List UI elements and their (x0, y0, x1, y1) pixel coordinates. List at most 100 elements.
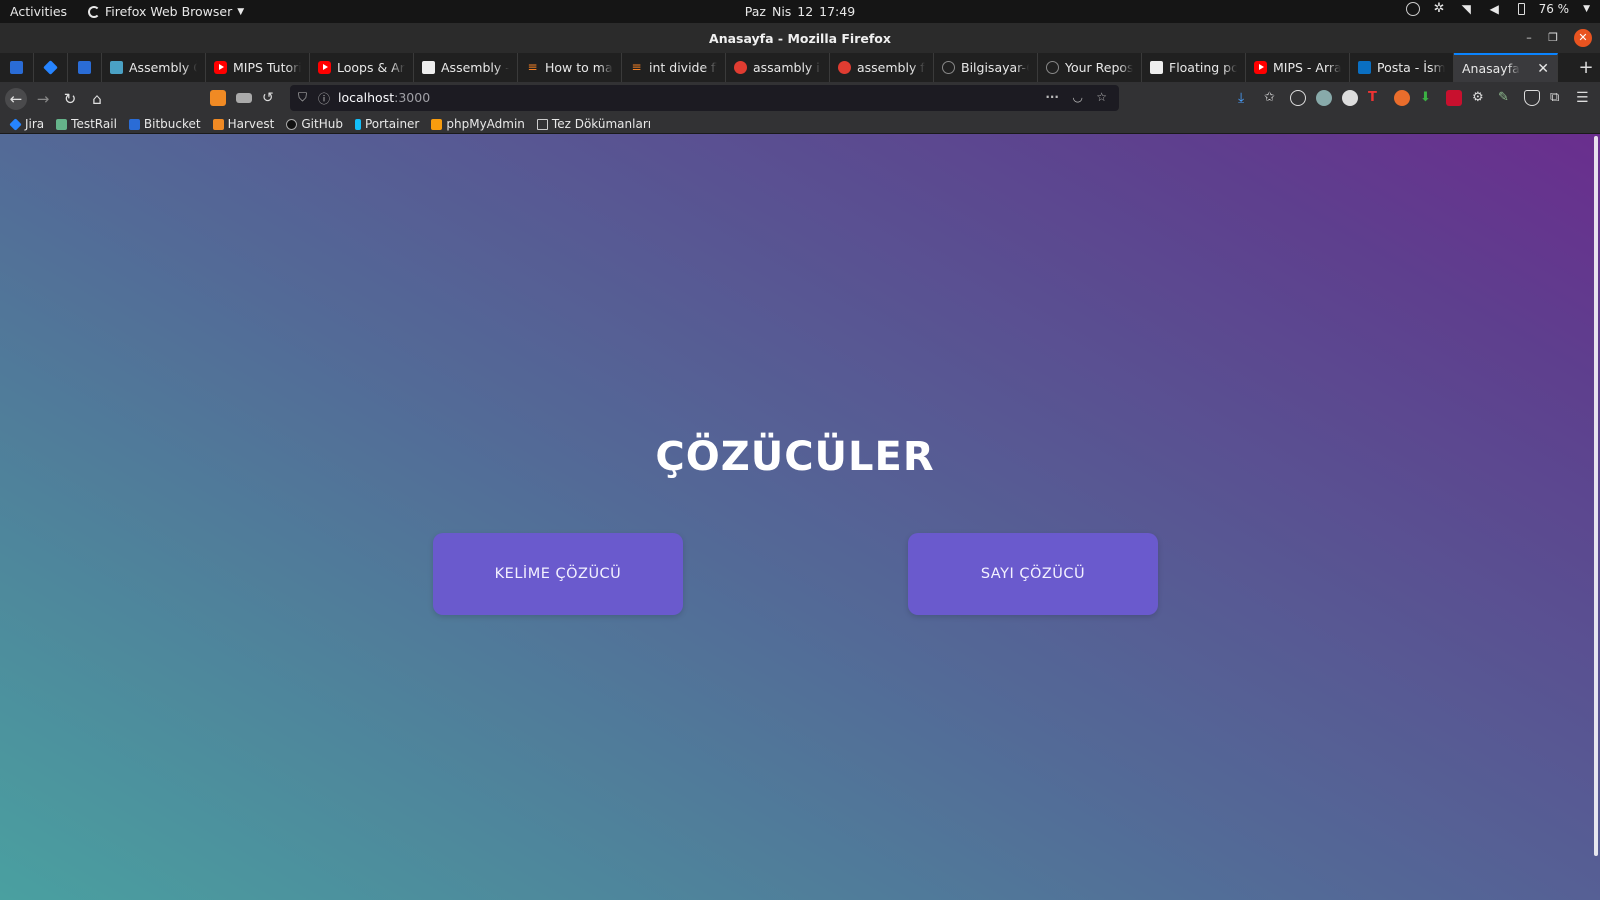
slack-icon[interactable]: ✲ (1434, 2, 1448, 16)
pocket-icon[interactable]: ◡ (1073, 90, 1083, 104)
bookmark-label: TestRail (71, 117, 117, 131)
doc-icon (110, 61, 123, 74)
bookmark-label: GitHub (301, 117, 343, 131)
bookmark-folder-tez[interactable]: Tez Dökümanları (536, 117, 652, 131)
tab-assembly-n[interactable]: Assembly - N (414, 53, 518, 82)
tab-assembly-or[interactable]: Assembly Ör (102, 53, 206, 82)
navigation-toolbar: ← → ↻ ⌂ ↺ ⛉ ⓘ localhost:3000 ··· ◡ ☆ ⤓ ✩… (0, 82, 1600, 115)
chevron-down-icon: ▼ (237, 6, 245, 17)
close-window-icon[interactable]: ✕ (1574, 29, 1592, 47)
bookmark-bitbucket[interactable]: Bitbucket (128, 117, 201, 131)
stackoverflow-icon: ≡ (527, 60, 538, 74)
tab-loops-arrays[interactable]: Loops & Arra (310, 53, 414, 82)
bookmark-portainer[interactable]: Portainer (354, 117, 419, 131)
tab-posta[interactable]: Posta - İsme (1350, 53, 1454, 82)
tab-anasayfa-active[interactable]: Anasayfa ✕ (1454, 53, 1558, 82)
green-download-icon[interactable]: ⬇ (1420, 90, 1436, 106)
extension-group-left: ↺ (210, 90, 274, 106)
harvest-icon[interactable] (210, 90, 226, 106)
wifi-icon: ◥ (1461, 2, 1471, 16)
tracker-icon[interactable]: T (1368, 90, 1384, 106)
back-arrow-icon[interactable]: ← (5, 88, 27, 110)
forward-arrow-icon[interactable]: → (32, 88, 54, 110)
reading-list-icon[interactable]: ✩ (1264, 90, 1280, 106)
app-menu[interactable]: Firefox Web Browser ▼ (88, 4, 244, 19)
tab-label: Bilgisayar-Or (961, 60, 1029, 75)
doc-icon (1150, 61, 1163, 74)
scrollbar-thumb[interactable] (1594, 136, 1598, 856)
page-content: ÇÖZÜCÜLER KELİME ÇÖZÜCÜ SAYI ÇÖZÜCÜ (0, 134, 1600, 900)
bookmark-label: Tez Dökümanları (551, 117, 652, 131)
whatsapp-icon[interactable] (1405, 2, 1420, 16)
tab-bilgisayar[interactable]: Bilgisayar-Or (934, 53, 1038, 82)
tab-your-repositories[interactable]: Your Reposit (1038, 53, 1142, 82)
laptop-icon[interactable] (236, 93, 252, 103)
tab-floating-point[interactable]: Floating poi (1142, 53, 1246, 82)
info-icon[interactable]: ⓘ (318, 90, 330, 107)
page-actions-icon[interactable]: ··· (1045, 90, 1059, 104)
download-icon[interactable]: ⤓ (1238, 90, 1254, 106)
tab-label: assambly int (753, 60, 821, 75)
tab-label: Assembly - N (441, 60, 509, 75)
close-tab-icon[interactable]: ✕ (1537, 61, 1549, 77)
clock[interactable]: Paz Nis 12 17:49 (740, 4, 860, 19)
home-icon[interactable]: ⌂ (86, 88, 108, 110)
bookmark-star-icon[interactable]: ☆ (1096, 90, 1107, 104)
window-title-bar: Anasayfa - Mozilla Firefox – ❐ ✕ (0, 23, 1600, 53)
youtube-icon (214, 61, 227, 74)
brave-icon[interactable] (1394, 90, 1410, 106)
number-solver-button[interactable]: SAYI ÇÖZÜCÜ (908, 533, 1158, 615)
activities-button[interactable]: Activities (10, 4, 67, 19)
page-scrollbar[interactable] (1592, 134, 1598, 900)
bookmark-label: Harvest (227, 117, 275, 131)
chevron-down-icon[interactable]: ▼ (1583, 4, 1590, 14)
extensions-icon[interactable]: ⧉ (1550, 90, 1566, 106)
bookmark-github[interactable]: GitHub (286, 117, 343, 131)
chat-icon[interactable] (1342, 90, 1358, 106)
bookmark-phpmyadmin[interactable]: phpMyAdmin (431, 117, 525, 131)
tab-pinned-jira[interactable] (34, 53, 68, 82)
firefox-icon (88, 5, 100, 18)
tab-mips-tutorial[interactable]: MIPS Tutoria (206, 53, 310, 82)
harvest-icon (212, 118, 224, 130)
minimize-icon[interactable]: – (1520, 29, 1538, 47)
clock-icon[interactable] (1290, 90, 1306, 106)
github-icon (1046, 61, 1059, 74)
gear-icon[interactable]: ⚙ (1472, 90, 1488, 106)
history-icon[interactable]: ↺ (262, 90, 274, 106)
word-solver-button[interactable]: KELİME ÇÖZÜCÜ (433, 533, 683, 615)
url-bar[interactable]: ⛉ ⓘ localhost:3000 ··· ◡ ☆ (290, 85, 1119, 111)
bookmark-label: phpMyAdmin (446, 117, 525, 131)
bookmark-jira[interactable]: Jira (9, 117, 44, 131)
battery-percent: 76 % (1538, 2, 1570, 16)
shield-icon[interactable]: ⛉ (298, 90, 307, 105)
tab-assembly-flo[interactable]: assembly flo (830, 53, 934, 82)
tab-assambly-int[interactable]: assambly int (726, 53, 830, 82)
reload-icon[interactable]: ↻ (59, 88, 81, 110)
tab-label: MIPS - Array (1273, 60, 1341, 75)
url-host: localhost (338, 90, 395, 105)
tab-pinned-translate[interactable] (0, 53, 34, 82)
tab-pinned-bitbucket[interactable] (68, 53, 102, 82)
github-icon (286, 118, 298, 130)
system-tray[interactable]: ✲ ◥ ◀ 76 % ▼ (1405, 2, 1590, 16)
new-tab-button[interactable]: + (1572, 53, 1600, 82)
window-title: Anasayfa - Mozilla Firefox (709, 31, 891, 46)
url-text[interactable]: localhost:3000 (338, 90, 430, 105)
dark-reader-icon[interactable] (1316, 90, 1332, 106)
hamburger-menu-icon[interactable]: ☰ (1576, 90, 1592, 106)
adblock-icon[interactable] (1446, 90, 1462, 106)
tab-strip: Assembly Ör MIPS Tutoria Loops & Arra As… (0, 53, 1600, 82)
tab-mips-array[interactable]: MIPS - Array (1246, 53, 1350, 82)
tab-label: Anasayfa (1462, 61, 1520, 76)
maximize-icon[interactable]: ❐ (1544, 29, 1562, 47)
bookmark-harvest[interactable]: Harvest (212, 117, 275, 131)
volume-icon: ◀ (1489, 2, 1499, 16)
tab-int-divide[interactable]: ≡ int divide flo (622, 53, 726, 82)
tab-how-to-make[interactable]: ≡ How to make (518, 53, 622, 82)
bookmark-testrail[interactable]: TestRail (56, 117, 117, 131)
shield-extension-icon[interactable] (1524, 90, 1540, 106)
portainer-icon (354, 118, 361, 130)
pen-icon[interactable]: ✎ (1498, 90, 1514, 106)
bitbucket-icon (78, 61, 91, 74)
